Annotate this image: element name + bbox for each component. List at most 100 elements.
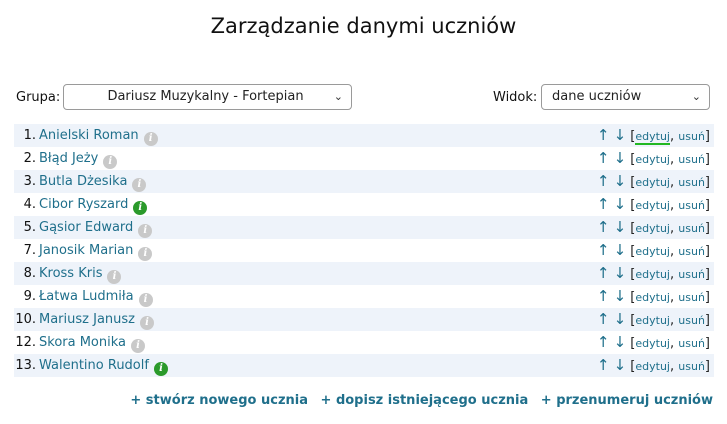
student-number: 1. [23,128,36,143]
renumber-students-link[interactable]: + przenumeruj uczniów [541,393,713,408]
bracket-close: ] [704,175,710,190]
move-up-arrow-icon[interactable]: ↑ [597,218,610,236]
student-name: Gąsior Edward [39,220,134,235]
row-actions: ↑ ↓ [edytuj, usuń] [597,170,710,194]
edit-link[interactable]: edytuj [635,314,670,327]
info-icon[interactable]: i [103,155,118,169]
student-name-link[interactable]: Skora Monika i [39,331,146,354]
info-icon[interactable]: i [138,247,153,261]
student-name-link[interactable]: Anielski Roman i [39,124,158,147]
move-down-arrow-icon[interactable]: ↓ [614,241,627,259]
edit-link[interactable]: edytuj [635,153,670,166]
create-student-link[interactable]: + stwórz nowego ucznia [130,393,308,408]
student-name-link[interactable]: Cibor Ryszard i [39,193,148,216]
move-up-arrow-icon[interactable]: ↑ [597,172,610,190]
view-select[interactable]: dane uczniów ⌄ [541,84,710,110]
bracket-close: ] [704,290,710,305]
delete-link[interactable]: usuń [678,245,705,258]
move-up-arrow-icon[interactable]: ↑ [597,195,610,213]
row-actions: ↑ ↓ [edytuj, usuń] [597,124,710,148]
bracket-close: ] [704,336,710,351]
append-student-link[interactable]: + dopisz istniejącego ucznia [321,393,529,408]
student-row: 1. Anielski Roman i ↑ ↓ [edytuj, usuń] [14,124,714,147]
info-icon[interactable]: i [153,362,168,376]
student-row: 13. Walentino Rudolf i ↑ ↓ [edytuj, usuń] [14,354,714,377]
filters-bar: Grupa: Dariusz Muzykalny - Fortepian ⌄ W… [16,84,710,112]
info-icon[interactable]: i [131,339,146,353]
page-title: Zarządzanie danymi uczniów [210,14,517,38]
edit-link[interactable]: edytuj [635,337,670,350]
move-down-arrow-icon[interactable]: ↓ [614,172,627,190]
student-name-link[interactable]: Janosik Marian i [39,239,153,262]
move-down-arrow-icon[interactable]: ↓ [614,218,627,236]
bracket-close: ] [704,152,710,167]
separator: , [669,129,675,144]
group-select[interactable]: Dariusz Muzykalny - Fortepian ⌄ [63,84,352,110]
student-name-link[interactable]: Mariusz Janusz i [39,308,154,331]
row-actions: ↑ ↓ [edytuj, usuń] [597,354,710,378]
student-name: Butla Dżesika [39,174,128,189]
delete-link[interactable]: usuń [678,337,705,350]
separator: , [669,290,675,305]
delete-link[interactable]: usuń [678,360,705,373]
delete-link[interactable]: usuń [678,199,705,212]
student-name-link[interactable]: Walentino Rudolf i [39,354,168,377]
delete-link[interactable]: usuń [678,176,705,189]
move-up-arrow-icon[interactable]: ↑ [597,310,610,328]
move-up-arrow-icon[interactable]: ↑ [597,356,610,374]
move-down-arrow-icon[interactable]: ↓ [614,126,627,144]
move-up-arrow-icon[interactable]: ↑ [597,149,610,167]
info-icon[interactable]: i [143,132,158,146]
move-down-arrow-icon[interactable]: ↓ [614,333,627,351]
move-up-arrow-icon[interactable]: ↑ [597,287,610,305]
student-name-link[interactable]: Łatwa Ludmiła i [39,285,153,308]
info-icon[interactable]: i [132,178,147,192]
move-down-arrow-icon[interactable]: ↓ [614,149,627,167]
student-name-link[interactable]: Gąsior Edward i [39,216,153,239]
move-down-arrow-icon[interactable]: ↓ [614,264,627,282]
move-up-arrow-icon[interactable]: ↑ [597,126,610,144]
student-row: 10. Mariusz Janusz i ↑ ↓ [edytuj, usuń] [14,308,714,331]
edit-link[interactable]: edytuj [635,268,670,281]
edit-link[interactable]: edytuj [635,360,670,373]
student-name-link[interactable]: Butla Dżesika i [39,170,147,193]
move-down-arrow-icon[interactable]: ↓ [614,195,627,213]
view-select-value: dane uczniów [552,89,642,104]
edit-link[interactable]: edytuj [635,130,670,145]
student-name: Janosik Marian [39,243,134,258]
move-up-arrow-icon[interactable]: ↑ [597,264,610,282]
edit-link[interactable]: edytuj [635,245,670,258]
student-name-link[interactable]: Kross Kris i [39,262,122,285]
group-label: Grupa: [16,90,61,105]
edit-link[interactable]: edytuj [635,222,670,235]
move-down-arrow-icon[interactable]: ↓ [614,287,627,305]
delete-link[interactable]: usuń [678,153,705,166]
delete-link[interactable]: usuń [678,130,705,143]
row-actions: ↑ ↓ [edytuj, usuń] [597,193,710,217]
student-name-link[interactable]: Błąd Jeży i [39,147,118,170]
row-actions: ↑ ↓ [edytuj, usuń] [597,285,710,309]
student-name: Mariusz Janusz [39,312,135,327]
info-icon[interactable]: i [139,316,154,330]
info-icon[interactable]: i [138,224,153,238]
info-icon[interactable]: i [133,201,148,215]
edit-link[interactable]: edytuj [635,176,670,189]
student-row: 9. Łatwa Ludmiła i ↑ ↓ [edytuj, usuń] [14,285,714,308]
move-up-arrow-icon[interactable]: ↑ [597,333,610,351]
edit-link[interactable]: edytuj [635,291,670,304]
move-up-arrow-icon[interactable]: ↑ [597,241,610,259]
delete-link[interactable]: usuń [678,268,705,281]
bracket-close: ] [704,129,710,144]
student-list: 1. Anielski Roman i ↑ ↓ [edytuj, usuń] 2. Błą… [14,124,714,377]
info-icon[interactable]: i [138,293,153,307]
move-down-arrow-icon[interactable]: ↓ [614,356,627,374]
row-actions: ↑ ↓ [edytuj, usuń] [597,331,710,355]
move-down-arrow-icon[interactable]: ↓ [614,310,627,328]
student-name: Anielski Roman [39,128,139,143]
delete-link[interactable]: usuń [678,314,705,327]
student-name: Cibor Ryszard [39,197,129,212]
edit-link[interactable]: edytuj [635,199,670,212]
info-icon[interactable]: i [107,270,122,284]
delete-link[interactable]: usuń [678,291,705,304]
delete-link[interactable]: usuń [678,222,705,235]
